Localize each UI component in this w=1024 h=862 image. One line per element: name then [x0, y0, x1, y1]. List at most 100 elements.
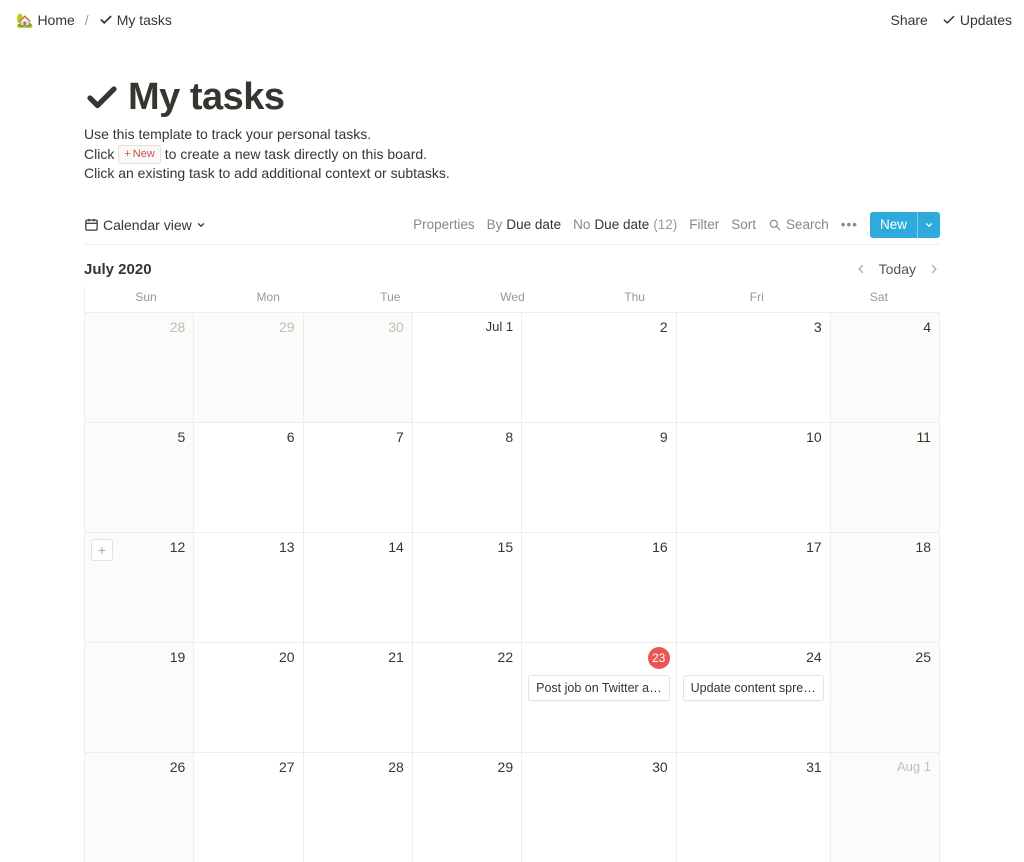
- updates-label: Updates: [960, 12, 1012, 28]
- day-number: Jul 1: [486, 319, 513, 334]
- breadcrumb-current-label: My tasks: [117, 12, 172, 28]
- sort-button[interactable]: Sort: [731, 217, 756, 232]
- search-icon: [768, 218, 782, 232]
- view-toolbar: Calendar view Properties By Due date No …: [84, 212, 940, 245]
- calendar-cell[interactable]: 21: [304, 642, 413, 752]
- view-selector[interactable]: Calendar view: [84, 217, 206, 233]
- properties-button[interactable]: Properties: [413, 217, 475, 232]
- calendar-header-row: SunMonTueWedThuFriSat: [85, 286, 940, 312]
- by-field: Due date: [506, 217, 561, 232]
- calendar-cell[interactable]: 30: [522, 752, 677, 862]
- calendar-cell[interactable]: 17: [677, 532, 831, 642]
- chevron-down-icon: [196, 220, 206, 230]
- day-number: 3: [814, 319, 822, 335]
- calendar-cell[interactable]: 30: [304, 312, 413, 422]
- calendar-cell[interactable]: 8: [413, 422, 522, 532]
- add-task-button[interactable]: +: [91, 539, 113, 561]
- no-count: (12): [653, 217, 677, 232]
- calendar-cell[interactable]: Jul 1: [413, 312, 522, 422]
- calendar-cell[interactable]: 2: [522, 312, 677, 422]
- new-button-main[interactable]: New: [870, 212, 917, 238]
- task-card[interactable]: Update content spre…: [683, 675, 824, 701]
- day-number: 23: [648, 647, 670, 669]
- calendar-cell[interactable]: 16: [522, 532, 677, 642]
- next-month-button[interactable]: [928, 263, 940, 275]
- calendar-icon: [84, 217, 99, 232]
- calendar-cell[interactable]: 28: [85, 312, 194, 422]
- day-number: 14: [388, 539, 404, 555]
- calendar-cell[interactable]: 12+: [85, 532, 194, 642]
- share-button[interactable]: Share: [890, 12, 927, 28]
- today-button[interactable]: Today: [879, 261, 916, 277]
- calendar-day-header: Wed: [451, 286, 573, 312]
- updates-button[interactable]: Updates: [942, 12, 1012, 28]
- day-number: 7: [396, 429, 404, 445]
- month-row: July 2020 Today: [84, 261, 940, 278]
- title-row: My tasks: [84, 76, 940, 119]
- calendar-cell[interactable]: 29: [194, 312, 303, 422]
- breadcrumb-home[interactable]: 🏡 Home: [12, 10, 79, 31]
- month-nav: Today: [855, 261, 940, 277]
- day-number: 21: [388, 649, 404, 665]
- month-label: July 2020: [84, 261, 152, 278]
- calendar-cell[interactable]: 7: [304, 422, 413, 532]
- calendar-day-header: Thu: [574, 286, 696, 312]
- new-button-dropdown[interactable]: [917, 212, 940, 238]
- calendar-cell[interactable]: 28: [304, 752, 413, 862]
- calendar-cell[interactable]: 11: [831, 422, 940, 532]
- day-number: 6: [287, 429, 295, 445]
- new-chip-label: New: [133, 147, 155, 162]
- share-label: Share: [890, 12, 927, 28]
- calendar-cell[interactable]: 29: [413, 752, 522, 862]
- calendar-cell[interactable]: 22: [413, 642, 522, 752]
- breadcrumb-current[interactable]: My tasks: [95, 10, 176, 30]
- search-label: Search: [786, 217, 829, 232]
- calendar-cell[interactable]: 18: [831, 532, 940, 642]
- calendar-cell[interactable]: 24Update content spre…: [677, 642, 831, 752]
- breadcrumb: 🏡 Home / My tasks: [12, 10, 176, 31]
- calendar-cell[interactable]: 4: [831, 312, 940, 422]
- calendar: SunMonTueWedThuFriSat 282930Jul 12345678…: [84, 286, 940, 862]
- calendar-cell[interactable]: 20: [194, 642, 303, 752]
- search-button[interactable]: Search: [768, 217, 829, 232]
- calendar-cell[interactable]: 23 Post job on Twitter a…: [522, 642, 677, 752]
- calendar-cell[interactable]: 9: [522, 422, 677, 532]
- calendar-day-header: Sat: [818, 286, 940, 312]
- day-number: 13: [279, 539, 295, 555]
- calendar-cell[interactable]: 5: [85, 422, 194, 532]
- no-date-button[interactable]: No Due date (12): [573, 217, 677, 232]
- calendar-cell[interactable]: 6: [194, 422, 303, 532]
- day-number: 30: [388, 319, 404, 335]
- topbar-right: Share Updates: [890, 12, 1012, 28]
- day-number: 9: [660, 429, 668, 445]
- calendar-cell[interactable]: 10: [677, 422, 831, 532]
- calendar-cell[interactable]: 3: [677, 312, 831, 422]
- new-chip-inline: + New: [118, 145, 160, 164]
- calendar-cell[interactable]: Aug 1: [831, 752, 940, 862]
- task-card[interactable]: Post job on Twitter a…: [528, 675, 670, 701]
- desc-line-2: Click + New to create a new task directl…: [84, 145, 940, 165]
- check-icon: [942, 13, 956, 27]
- more-options-button[interactable]: •••: [841, 217, 858, 232]
- calendar-day-header: Fri: [696, 286, 818, 312]
- calendar-cell[interactable]: 27: [194, 752, 303, 862]
- calendar-cell[interactable]: 13: [194, 532, 303, 642]
- day-number: 31: [806, 759, 822, 775]
- prev-month-button[interactable]: [855, 263, 867, 275]
- desc-text: Click: [84, 145, 114, 165]
- day-number: 30: [652, 759, 668, 775]
- calendar-cell[interactable]: 19: [85, 642, 194, 752]
- calendar-cell[interactable]: 31: [677, 752, 831, 862]
- day-number: 11: [916, 429, 931, 445]
- calendar-cell[interactable]: 15: [413, 532, 522, 642]
- calendar-cell[interactable]: 14: [304, 532, 413, 642]
- day-number: 17: [806, 539, 822, 555]
- filter-button[interactable]: Filter: [689, 217, 719, 232]
- day-number: 29: [498, 759, 514, 775]
- group-by-button[interactable]: By Due date: [487, 217, 562, 232]
- day-number: 18: [915, 539, 931, 555]
- calendar-cell[interactable]: 25: [831, 642, 940, 752]
- day-number: 28: [388, 759, 404, 775]
- check-icon: [84, 80, 120, 116]
- calendar-cell[interactable]: 26: [85, 752, 194, 862]
